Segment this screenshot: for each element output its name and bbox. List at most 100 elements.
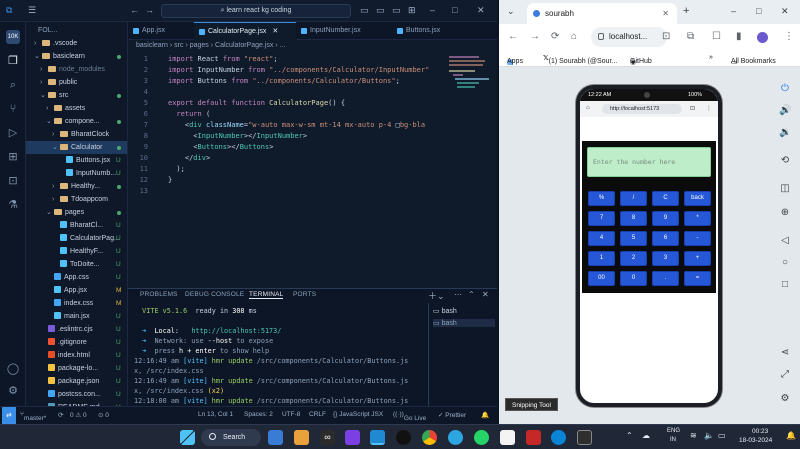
- file-tree-item[interactable]: ⌄ pages: [26, 206, 127, 219]
- file-tree-item[interactable]: ToDoite... U: [26, 258, 127, 271]
- wifi-icon[interactable]: ≋: [690, 431, 697, 440]
- snipping-tool-icon[interactable]: [577, 430, 592, 445]
- tab-close-icon[interactable]: ✕: [662, 3, 669, 24]
- chrome-taskbar-icon[interactable]: [422, 430, 437, 445]
- back-nav-icon[interactable]: ◁: [779, 235, 791, 247]
- panel-tab[interactable]: DEBUG CONSOLE: [185, 291, 244, 298]
- home-icon[interactable]: ⌂: [586, 105, 590, 111]
- clock-date[interactable]: 18-03-2024: [739, 437, 772, 444]
- file-tree-item[interactable]: .eslintrc.cjs U: [26, 323, 127, 336]
- maximize-icon[interactable]: □: [452, 5, 457, 15]
- cursor-position[interactable]: Ln 13, Col 1: [198, 411, 233, 418]
- ports-status[interactable]: ⊙ 0: [98, 411, 109, 419]
- minimize-icon[interactable]: –: [731, 6, 736, 16]
- address-bar[interactable]: localhost...: [591, 27, 667, 47]
- remote-explorer-icon[interactable]: ⊡: [6, 174, 20, 188]
- vscode-taskbar-icon[interactable]: [370, 430, 385, 445]
- language-mode[interactable]: {} JavaScript JSX: [333, 411, 383, 418]
- chrome-tab[interactable]: sourabh ✕: [527, 3, 677, 24]
- testing-icon[interactable]: ⚗: [6, 198, 20, 212]
- network-icon[interactable]: ☁: [642, 431, 650, 440]
- account-avatar-icon[interactable]: 10K: [6, 30, 20, 44]
- accounts-icon[interactable]: ◯: [6, 362, 20, 376]
- calculator-key[interactable]: /: [620, 191, 647, 206]
- calculator-key[interactable]: 2: [620, 251, 647, 266]
- profile-avatar[interactable]: [757, 32, 768, 43]
- encoding[interactable]: UTF-8: [282, 411, 300, 418]
- file-tree-item[interactable]: › Healthy...: [26, 180, 127, 193]
- file-tree-item[interactable]: ⌄ src: [26, 89, 127, 102]
- chrome-menu-icon[interactable]: ⋮: [784, 31, 794, 42]
- file-tree-item[interactable]: HealthyF... U: [26, 245, 127, 258]
- calculator-key[interactable]: 8: [620, 211, 647, 226]
- telegram-icon[interactable]: [448, 430, 463, 445]
- edge-icon[interactable]: [551, 430, 566, 445]
- windows-start-icon[interactable]: [180, 430, 195, 445]
- run-debug-icon[interactable]: ▷: [6, 126, 20, 140]
- file-tree-item[interactable]: main.jsx U: [26, 310, 127, 323]
- more-icon[interactable]: ⋯: [454, 290, 462, 299]
- taskbar-search[interactable]: Search: [201, 429, 261, 446]
- tab-search-icon[interactable]: ⌄: [507, 6, 515, 17]
- eol[interactable]: CRLF: [309, 411, 326, 418]
- calculator-key[interactable]: 5: [620, 231, 647, 246]
- file-tree-item[interactable]: package-lo... U: [26, 362, 127, 375]
- calculator-key[interactable]: .: [652, 271, 679, 286]
- editor-tab[interactable]: App.jsx: [128, 22, 194, 40]
- share-icon[interactable]: ⋖: [779, 347, 791, 359]
- file-tree-item[interactable]: › assets: [26, 102, 127, 115]
- calculator-key[interactable]: 6: [652, 231, 679, 246]
- calculator-key[interactable]: +: [684, 251, 711, 266]
- file-tree-item[interactable]: › BharatClock: [26, 128, 127, 141]
- terminal-instance[interactable]: ▭ bash: [433, 319, 495, 327]
- calculator-key[interactable]: 0: [620, 271, 647, 286]
- breadcrumb-item[interactable]: src: [174, 42, 183, 49]
- file-tree-item[interactable]: package.json U: [26, 375, 127, 388]
- layout-panel-icon[interactable]: ▭: [376, 5, 385, 16]
- power-icon[interactable]: ⏻: [779, 83, 791, 95]
- file-tree-item[interactable]: › node_modules: [26, 63, 127, 76]
- sync-icon[interactable]: ⟳: [58, 411, 63, 419]
- file-tree-item[interactable]: InputNumb... U: [26, 167, 127, 180]
- go-live[interactable]: ((·)) Go Live: [393, 411, 426, 422]
- prettier[interactable]: ✓ Prettier: [438, 411, 466, 419]
- file-tree-item[interactable]: postcss.con... U: [26, 388, 127, 401]
- file-tree-item[interactable]: index.css M: [26, 297, 127, 310]
- volume-up-icon[interactable]: 🔊: [779, 105, 791, 117]
- panel-tab[interactable]: TERMINAL: [249, 291, 284, 299]
- notification-icon[interactable]: 🔔: [786, 431, 796, 440]
- breadcrumb[interactable]: basiclearn › src › pages › CalculatorPag…: [136, 42, 286, 49]
- calculator-key[interactable]: 4: [588, 231, 615, 246]
- source-control-icon[interactable]: ⑂: [6, 102, 20, 116]
- calculator-key[interactable]: 3: [652, 251, 679, 266]
- calculator-key[interactable]: 9: [652, 211, 679, 226]
- info-icon[interactable]: [598, 33, 604, 40]
- indentation[interactable]: Spaces: 2: [244, 411, 273, 418]
- clock-time[interactable]: 00:23: [752, 428, 768, 435]
- meet-icon[interactable]: ∞: [320, 430, 335, 445]
- breadcrumb-item[interactable]: ...: [280, 42, 286, 49]
- panel-tab[interactable]: PORTS: [293, 291, 316, 298]
- notifications-icon[interactable]: 🔔: [481, 411, 489, 419]
- breadcrumb-item[interactable]: CalculatorPage.jsx: [215, 42, 273, 49]
- widgets-icon[interactable]: [268, 430, 283, 445]
- file-tree-item[interactable]: .gitignore U: [26, 336, 127, 349]
- extensions-icon[interactable]: ⊞: [6, 150, 20, 164]
- explorer-icon[interactable]: ❐: [6, 54, 20, 68]
- breadcrumb-item[interactable]: pages: [190, 42, 209, 49]
- reload-icon[interactable]: ⟳: [551, 31, 559, 42]
- extensions-icon[interactable]: ⧉: [687, 31, 694, 42]
- terminal-instance[interactable]: ▭ bash: [433, 307, 457, 315]
- store-icon[interactable]: [500, 430, 515, 445]
- calculator-key[interactable]: C: [652, 191, 679, 206]
- layout-sidebar-icon[interactable]: ▭: [360, 5, 369, 16]
- volume-down-icon[interactable]: 🔉: [779, 127, 791, 139]
- overview-nav-icon[interactable]: □: [779, 279, 791, 291]
- close-icon[interactable]: ✕: [477, 5, 485, 16]
- back-arrow-icon[interactable]: ←: [130, 5, 139, 15]
- new-terminal-icon[interactable]: ＋⌄: [428, 289, 445, 302]
- back-icon[interactable]: ←: [508, 31, 518, 42]
- calculator-key[interactable]: 1: [588, 251, 615, 266]
- file-tree-item[interactable]: Buttons.jsx U: [26, 154, 127, 167]
- cast-icon[interactable]: ⊡: [662, 31, 670, 42]
